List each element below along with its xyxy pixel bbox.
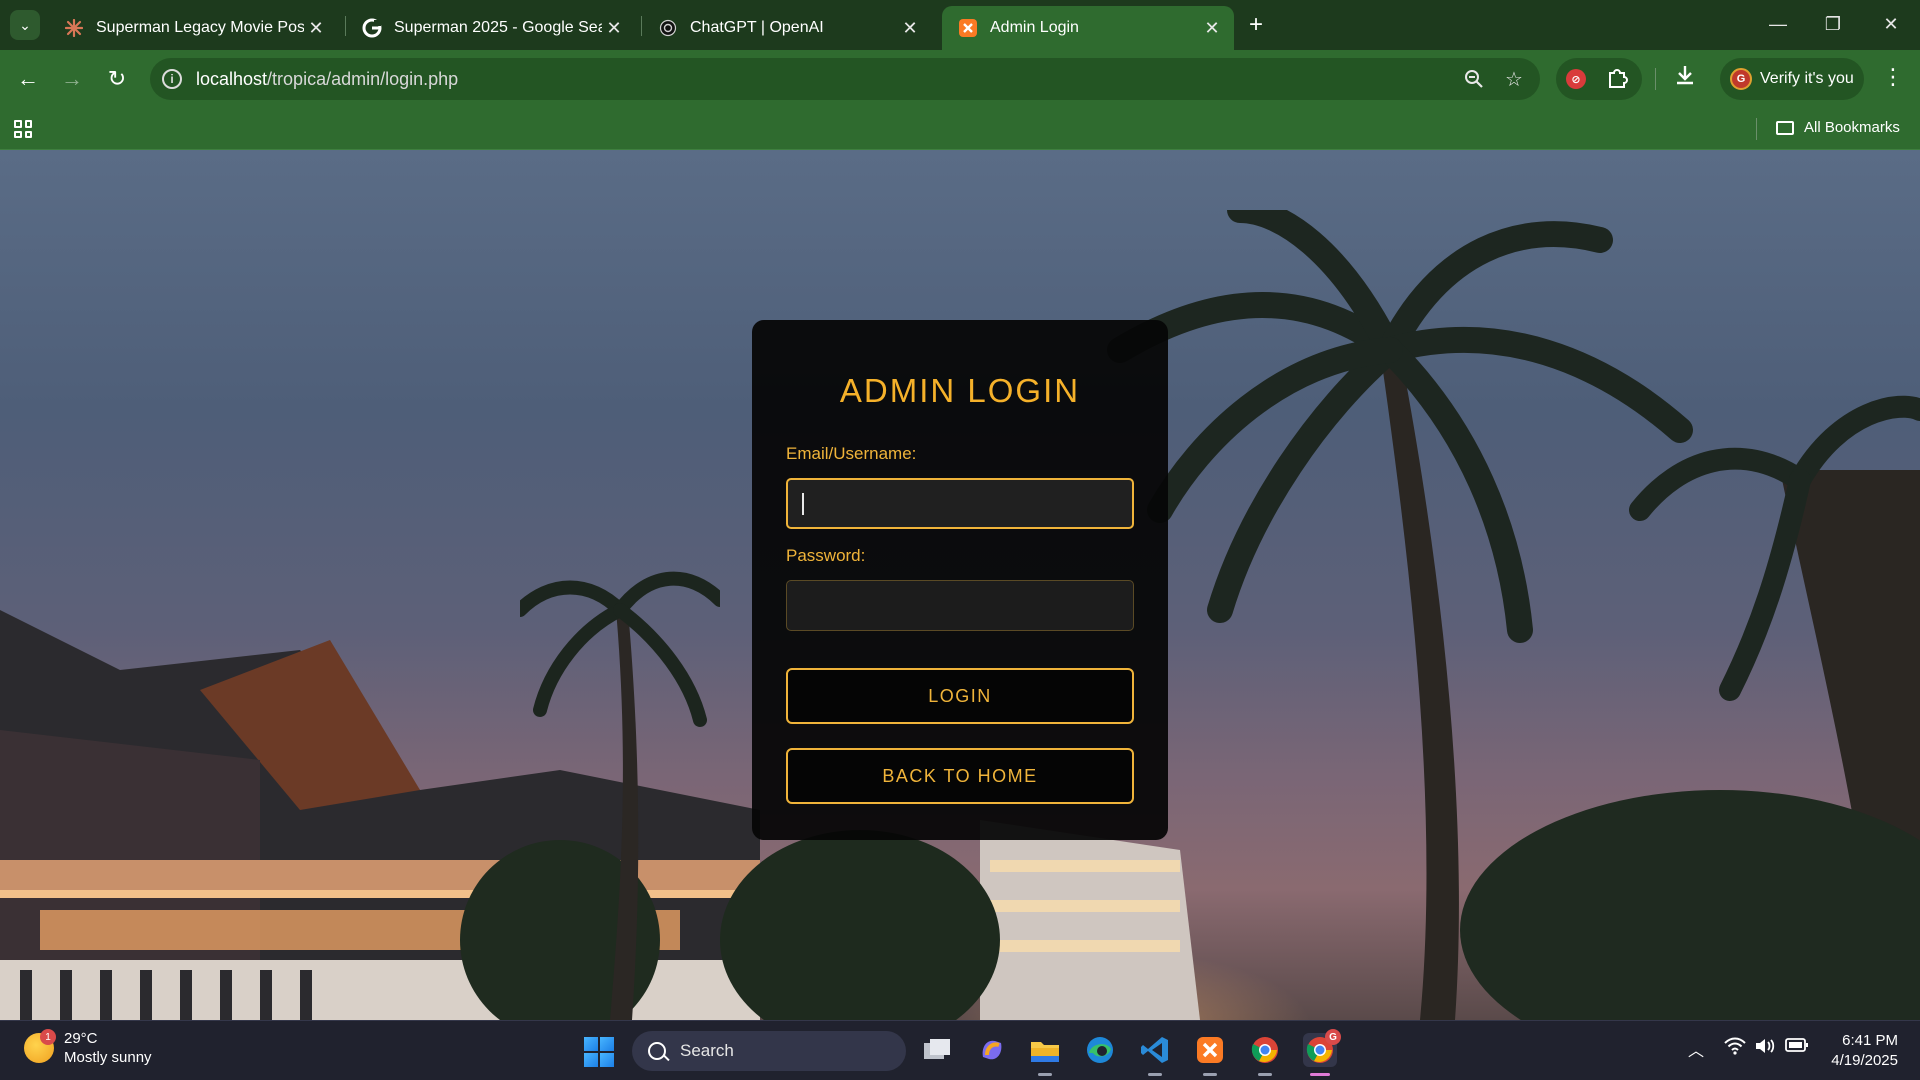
app-running-indicator (1038, 1073, 1052, 1076)
plus-icon: + (1248, 11, 1263, 38)
back-button[interactable]: ← (12, 63, 44, 95)
battery-icon[interactable] (1785, 1037, 1809, 1058)
back-to-home-button[interactable]: BACK TO HOME (786, 748, 1134, 804)
sun-icon: 1 (24, 1029, 56, 1063)
tab-title: ChatGPT | OpenAI (690, 19, 824, 36)
info-icon[interactable]: i (162, 69, 182, 89)
search-icon (648, 1042, 666, 1060)
close-icon[interactable]: ✕ (1200, 16, 1224, 40)
bookmarks-divider (1756, 118, 1757, 140)
clock-time: 6:41 PM (1842, 1032, 1898, 1049)
tab-chatgpt[interactable]: ChatGPT | OpenAI ✕ (642, 6, 932, 50)
wifi-icon[interactable] (1724, 1037, 1746, 1060)
email-label: Email/Username: (786, 444, 917, 463)
email-field[interactable] (786, 478, 1134, 529)
palm-trees-image (1107, 210, 1920, 1020)
vscode-icon[interactable] (1138, 1033, 1172, 1067)
system-clock[interactable]: 6:41 PM 4/19/2025 (1818, 1031, 1898, 1071)
tab-google-search[interactable]: Superman 2025 - Google Search ✕ (346, 6, 636, 50)
verify-profile-button[interactable]: G Verify it's you (1720, 58, 1864, 100)
weather-widget[interactable]: 1 29°C Mostly sunny (24, 1029, 152, 1067)
reload-icon: ↻ (107, 66, 127, 91)
apps-icon[interactable] (14, 120, 32, 138)
bookmarks-bar: All Bookmarks (0, 108, 1920, 150)
all-bookmarks-label: All Bookmarks (1804, 119, 1900, 136)
tab-strip: ⌄ Superman Legacy Movie Poster ✕ Superma… (0, 0, 1920, 50)
text-caret (802, 492, 804, 515)
restore-icon: ❐ (1824, 13, 1842, 34)
volume-icon[interactable] (1754, 1037, 1776, 1060)
verify-label: Verify it's you (1760, 70, 1854, 87)
all-bookmarks-button[interactable]: All Bookmarks (1776, 119, 1900, 136)
zoom-icon[interactable] (1462, 67, 1486, 91)
login-card: ADMIN LOGIN Email/Username: Password: LO… (752, 320, 1168, 840)
app-running-indicator (1148, 1073, 1162, 1076)
close-icon[interactable]: ✕ (898, 16, 922, 40)
password-field[interactable] (786, 580, 1134, 631)
tab-title: Admin Login (990, 19, 1079, 36)
url-text[interactable]: localhost/tropica/admin/login.php (196, 69, 458, 90)
menu-icon[interactable]: ⋮ (1882, 64, 1904, 90)
page-background: ADMIN LOGIN Email/Username: Password: LO… (0, 150, 1920, 1020)
close-icon[interactable]: ✕ (602, 16, 626, 40)
chrome-icon[interactable] (1248, 1033, 1282, 1067)
extension-icon[interactable]: ⊘ (1566, 69, 1586, 89)
restore-button[interactable]: ❐ (1810, 8, 1856, 40)
notification-badge: 1 (40, 1029, 56, 1045)
tab-title: Superman 2025 - Google Search (394, 19, 602, 36)
page-title: ADMIN LOGIN (839, 372, 1081, 409)
download-icon[interactable] (1674, 64, 1696, 92)
file-explorer-icon[interactable] (1028, 1033, 1062, 1067)
app-running-indicator (1258, 1073, 1272, 1076)
tab-search-button[interactable]: ⌄ (10, 10, 40, 40)
puzzle-icon[interactable] (1606, 67, 1628, 95)
reload-button[interactable]: ↻ (101, 63, 133, 95)
weather-description: Mostly sunny (64, 1049, 152, 1066)
address-bar[interactable]: i localhost/tropica/admin/login.php ☆ (150, 58, 1540, 100)
extensions-group: ⊘ (1556, 58, 1642, 100)
tab-title: Superman Legacy Movie Poster (96, 19, 304, 36)
login-button[interactable]: LOGIN (786, 668, 1134, 724)
arrow-right-icon: → (61, 66, 83, 91)
close-window-button[interactable]: ✕ (1868, 8, 1914, 40)
edge-icon[interactable] (1083, 1033, 1117, 1067)
profile-badge: G (1325, 1029, 1341, 1045)
xampp-icon[interactable] (1193, 1033, 1227, 1067)
tab-admin-login[interactable]: Admin Login ✕ (942, 6, 1234, 50)
password-label: Password: (786, 546, 866, 565)
task-view-icon[interactable] (920, 1033, 954, 1067)
new-tab-button[interactable]: + (1242, 11, 1270, 39)
avatar: G (1730, 68, 1752, 90)
toolbar-divider (1655, 68, 1656, 90)
forward-button[interactable]: → (56, 63, 88, 95)
chevron-up-icon[interactable]: ︿ (1688, 1037, 1704, 1061)
weather-temperature: 29°C (64, 1030, 98, 1047)
openai-icon (658, 18, 678, 38)
taskbar-search[interactable]: Search (632, 1031, 906, 1071)
tab-superman-poster[interactable]: Superman Legacy Movie Poster ✕ (48, 6, 338, 50)
star-icon[interactable]: ☆ (1502, 67, 1526, 91)
chevron-down-icon: ⌄ (19, 16, 31, 33)
arrow-left-icon: ← (17, 66, 39, 91)
palm-tree-image (520, 571, 720, 1020)
url-host: localhost (196, 69, 268, 89)
start-button[interactable] (584, 1037, 614, 1067)
taskbar: 1 29°C Mostly sunny Search G ︿ 6:41 PM 4… (0, 1020, 1920, 1080)
chrome-profile-icon[interactable]: G (1303, 1029, 1341, 1067)
folder-icon (1776, 120, 1794, 135)
app-running-indicator (1203, 1073, 1217, 1076)
copilot-icon[interactable] (975, 1033, 1009, 1067)
clock-date: 4/19/2025 (1831, 1052, 1898, 1069)
browser-toolbar: ← → ↻ i localhost/tropica/admin/login.ph… (0, 50, 1920, 108)
minimize-icon: — (1769, 13, 1787, 34)
close-icon: ✕ (1883, 13, 1899, 34)
url-path: /tropica/admin/login.php (267, 69, 459, 89)
google-icon (362, 18, 382, 38)
minimize-button[interactable]: — (1755, 8, 1801, 40)
close-icon[interactable]: ✕ (304, 16, 328, 40)
claude-icon (64, 18, 84, 38)
app-active-indicator (1310, 1073, 1330, 1076)
xampp-icon (958, 18, 978, 38)
search-label: Search (680, 1041, 734, 1060)
